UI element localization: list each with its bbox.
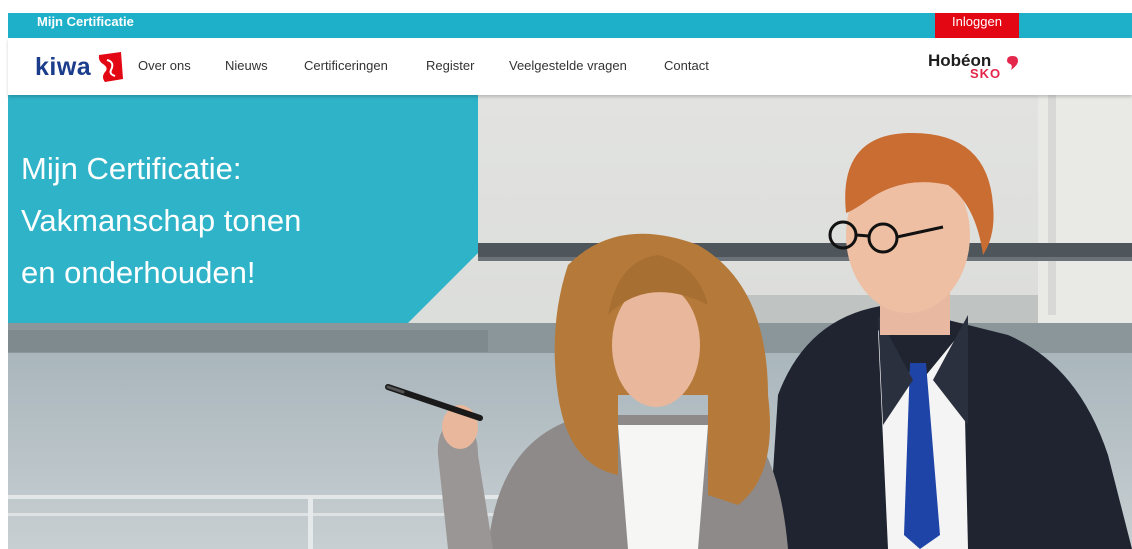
login-button[interactable]: Inloggen [935,13,1019,38]
hobeon-sko-logo[interactable]: Hobéon SKO [928,51,1028,83]
nav-item-over-ons[interactable]: Over ons [138,58,191,73]
nav-item-contact[interactable]: Contact [664,58,709,73]
hero-heading: Mijn Certificatie: Vakmanschap tonen en … [21,143,301,299]
main-navbar: kiwa Over ons Nieuws Certificeringen Reg… [8,38,1132,95]
site-title-link[interactable]: Mijn Certificatie [37,13,134,30]
hero-heading-line-2: Vakmanschap tonen [21,203,302,238]
nav-item-veelgestelde-vragen[interactable]: Veelgestelde vragen [509,58,627,73]
nav-item-nieuws[interactable]: Nieuws [225,58,268,73]
nav-item-register[interactable]: Register [426,58,474,73]
hobeon-drop-icon [1007,56,1018,70]
hero-heading-line-1: Mijn Certificatie: [21,151,242,186]
top-bar: Mijn Certificatie Inloggen [8,13,1132,38]
hero-banner: Mijn Certificatie: Vakmanschap tonen en … [8,95,1132,549]
kiwa-flag-icon [98,52,123,82]
kiwa-logo-text: kiwa [35,53,92,81]
nav-item-certificeringen[interactable]: Certificeringen [304,58,388,73]
hero-heading-line-3: en onderhouden! [21,255,256,290]
sko-logo-text: SKO [970,66,1002,81]
kiwa-logo[interactable]: kiwa [35,52,123,82]
